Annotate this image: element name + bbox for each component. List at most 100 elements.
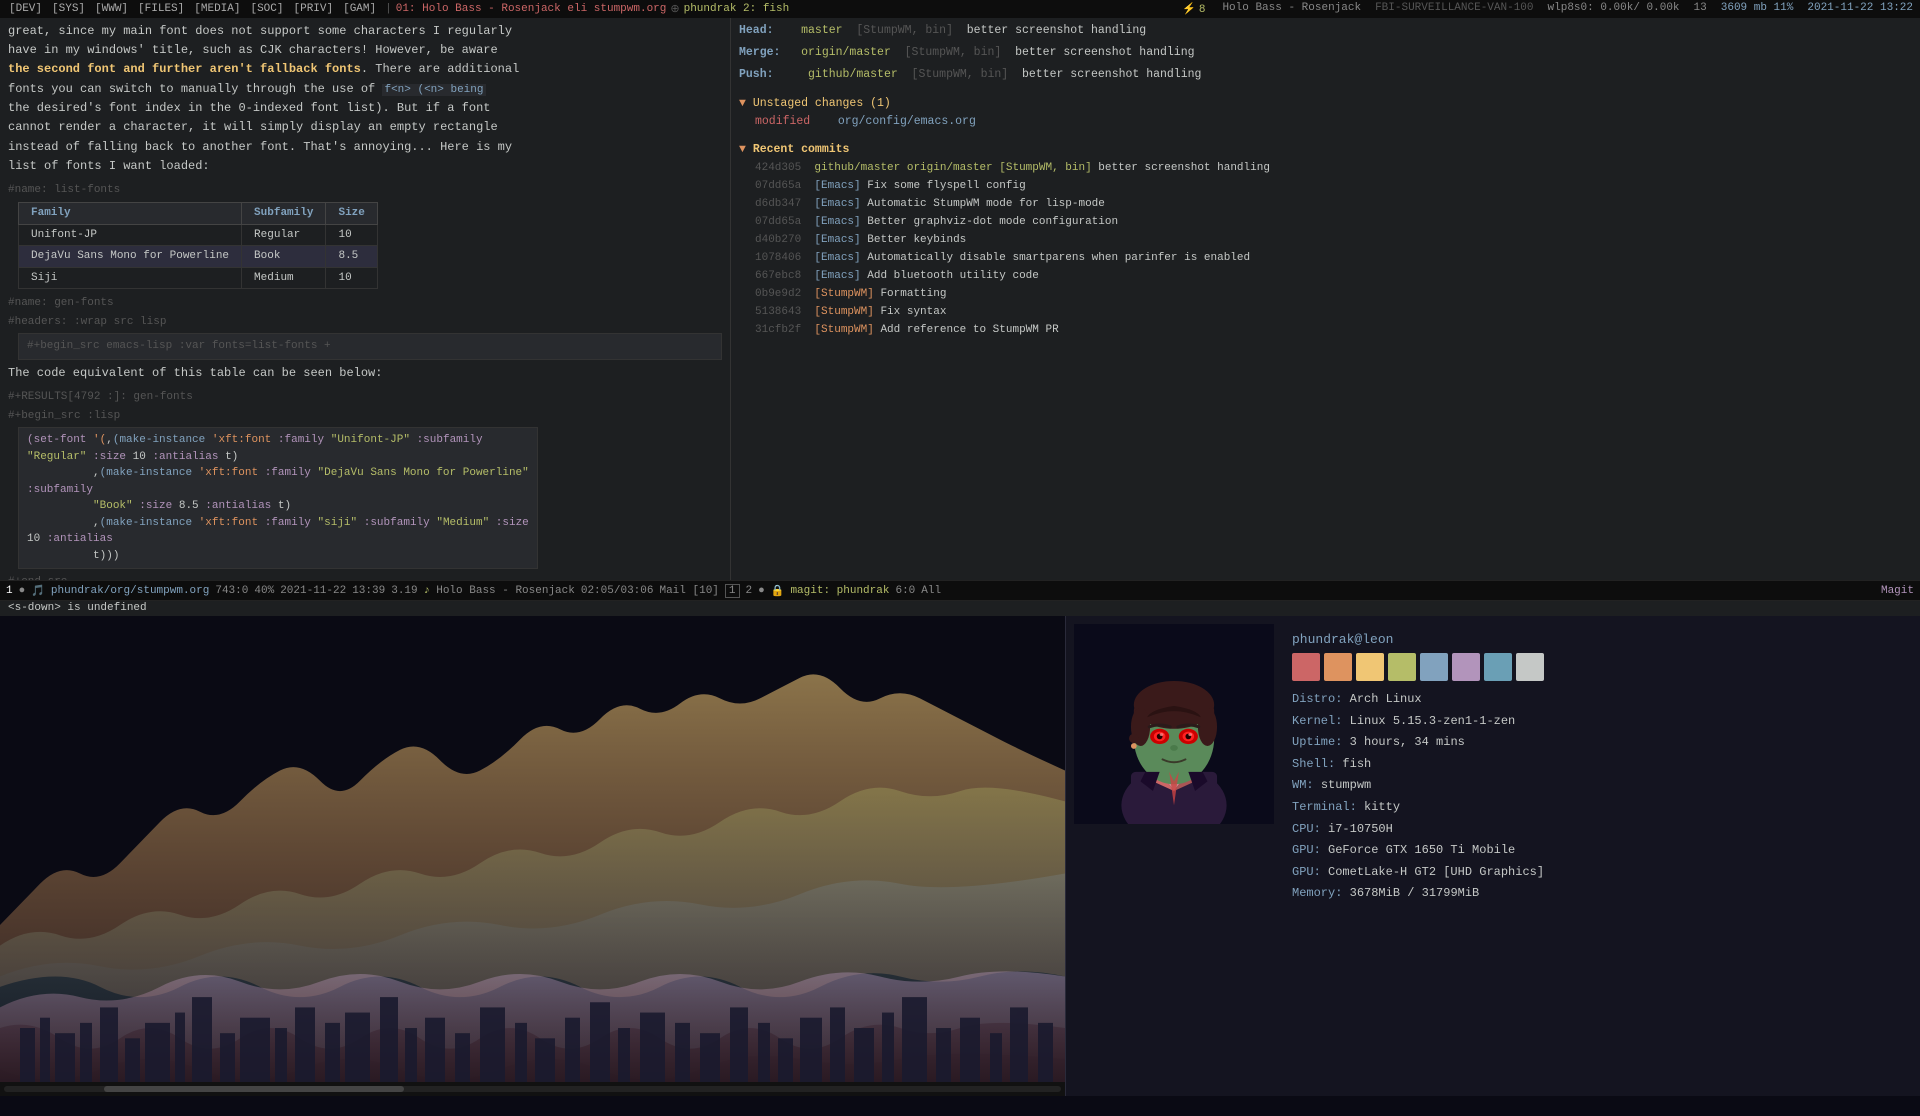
date-info: 2021-11-22 13:22 [1804,2,1916,16]
font-table: Family Subfamily Size Unifont-JPRegular1… [18,202,378,289]
lock-icon: 🔒 [771,584,785,598]
window-title: Holo Bass - Rosenjack [1219,2,1364,16]
time-sb: 13:39 [352,585,385,597]
results-line: #+RESULTS[4792 :]: gen-fonts [8,391,193,403]
file-path: phundrak/org/stumpwm.org [51,585,209,597]
num2: 1 [725,584,740,598]
date-sb: 2021-11-22 [280,585,346,597]
network-info: FBI-SURVEILLANCE-VAN-100 [1372,2,1536,16]
tag-www[interactable]: [WWW] [90,3,133,15]
buffer-pos: 743:0 [215,585,248,597]
neofetch-container: phundrak@leon Distro: [1066,616,1920,1096]
col-subfamily: Subfamily [242,203,326,225]
magit-modified-file[interactable]: modified org/config/emacs.org [755,113,1912,131]
commit-2: 07dd65a [Emacs] Fix some flyspell config [755,178,1912,195]
font-row-2: DejaVu Sans Mono for PowerlineBook8.5 [19,246,378,268]
magit-commits-list: 424d305 github/master origin/master [Stu… [739,160,1912,339]
pos2-sb: 6:0 [895,585,915,597]
commit-10: 31cfb2f [StumpWM] Add reference to Stump… [755,322,1912,339]
swatch-4 [1388,653,1416,681]
music-note: ♪ [424,585,431,597]
col-size: Size [326,203,377,225]
wlp-info: wlp8s0: 0.00k/ 0.00k [1545,2,1683,16]
kernel-row: Kernel: Linux 5.15.3-zen1-1-zen [1292,711,1906,733]
username-display: phundrak@leon [1292,632,1906,647]
tag-media[interactable]: [MEDIA] [189,3,245,15]
mini-buffer: <s-down> is undefined [0,600,1920,616]
buffer-pct: 40% [254,585,274,597]
emacs-panel[interactable]: great, since my main font does not suppo… [0,18,730,580]
zoom-sb: 3.19 [391,585,417,597]
commit-4: 07dd65a [Emacs] Better graphviz-dot mode… [755,214,1912,231]
num3: 2 [746,585,753,597]
swatch-8 [1516,653,1544,681]
magit-panel: Head: master [StumpWM, bin] better scree… [730,18,1920,580]
all-sb: All [921,585,941,597]
col-family: Family [19,203,242,225]
music-title: Holo Bass - Rosenjack [436,585,575,597]
main-layout: great, since my main font does not suppo… [0,18,1920,580]
swatch-3 [1356,653,1384,681]
set-font-block: (set-font '(,(make-instance 'xft:font :f… [18,427,538,569]
commit-7: 667ebc8 [Emacs] Add bluetooth utility co… [755,268,1912,285]
branch-sb: magit: phundrak [790,585,889,597]
buf-num: 1 [6,585,13,597]
uptime-row: Uptime: 3 hours, 34 mins [1292,732,1906,754]
avatar-area [1074,624,1274,824]
commit-1: 424d305 github/master origin/master [Stu… [755,160,1912,177]
active-window-title: 01: Holo Bass - Rosenjack eli stumpwm.or… [396,3,667,15]
swatch-1 [1292,653,1320,681]
wm-row: WM: stumpwm [1292,775,1906,797]
mem-row: Memory: 3678MiB / 31799MiB [1292,883,1906,905]
begin-src-block: #+begin_src emacs-lisp :var fonts=list-f… [18,333,722,360]
avatar-svg [1084,624,1264,824]
gpu-row: GPU: GeForce GTX 1650 Ti Mobile [1292,840,1906,862]
file-icon: 🎵 [31,584,45,598]
meta-list-fonts: #name: list-fonts [8,184,120,196]
distro-row: Distro: Arch Linux [1292,689,1906,711]
intro-text: great, since my main font does not suppo… [8,22,722,176]
commit-6: 1078406 [Emacs] Automatically disable sm… [755,250,1912,267]
indicator-dot: ● [19,585,26,597]
second-window-title: phundrak 2: fish [684,3,790,15]
scroll-thumb[interactable] [104,1086,404,1092]
cpu-row: CPU: i7-10750H [1292,819,1906,841]
sys-info: Distro: Arch Linux Kernel: Linux 5.15.3-… [1292,689,1906,905]
magit-push-section: Push: github/master [StumpWM, bin] bette… [739,66,1912,84]
font-row-3: SijiMedium10 [19,267,378,289]
swatch-6 [1452,653,1480,681]
right-label-sb: Magit [1881,585,1914,597]
tag-files[interactable]: [FILES] [133,3,189,15]
mini-buffer-text: <s-down> is undefined [8,602,147,614]
waveform-scrollbar[interactable] [0,1082,1065,1096]
tag-soc[interactable]: [SOC] [245,3,288,15]
tag-priv[interactable]: [PRIV] [289,3,339,15]
scroll-track [4,1086,1061,1092]
waveform-svg [0,616,1065,1096]
commit-9: 5138643 [StumpWM] Fix syntax [755,304,1912,321]
bottom-section: phundrak@leon Distro: [0,616,1920,1116]
swatch-7 [1484,653,1512,681]
tag-gam[interactable]: [GAM] [338,3,381,15]
terminal-row: Terminal: kitty [1292,797,1906,819]
swatch-5 [1420,653,1448,681]
end-src: #+end_src [8,576,67,580]
waveform-area [0,616,1065,1096]
font-row-1: Unifont-JPRegular10 [19,224,378,246]
magit-recent-header[interactable]: ▼ Recent commits [739,141,1912,159]
meta-gen-fonts: #name: gen-fonts [8,297,114,309]
mem-info: 3609 mb 11% [1718,2,1797,16]
commit-8: 0b9e9d2 [StumpWM] Formatting [755,286,1912,303]
color-swatches [1292,653,1906,681]
tag-sys[interactable]: [SYS] [47,3,90,15]
magit-unstaged-header[interactable]: ▼ Unstaged changes (1) [739,95,1912,113]
tag-dev[interactable]: [DEV] [4,3,47,15]
status-bar: 1 ● 🎵 phundrak/org/stumpwm.org 743:0 40%… [0,580,1920,600]
si-info: 13 [1691,2,1710,16]
top-right-info: ⚡8 Holo Bass - Rosenjack FBI-SURVEILLANC… [1179,2,1916,16]
commit-5: d40b270 [Emacs] Better keybinds [755,232,1912,249]
dots-sb: ● [758,585,765,597]
magit-head-section: Head: master [StumpWM, bin] better scree… [739,22,1912,40]
swatch-2 [1324,653,1352,681]
mail-status: Mail [10] [659,585,718,597]
